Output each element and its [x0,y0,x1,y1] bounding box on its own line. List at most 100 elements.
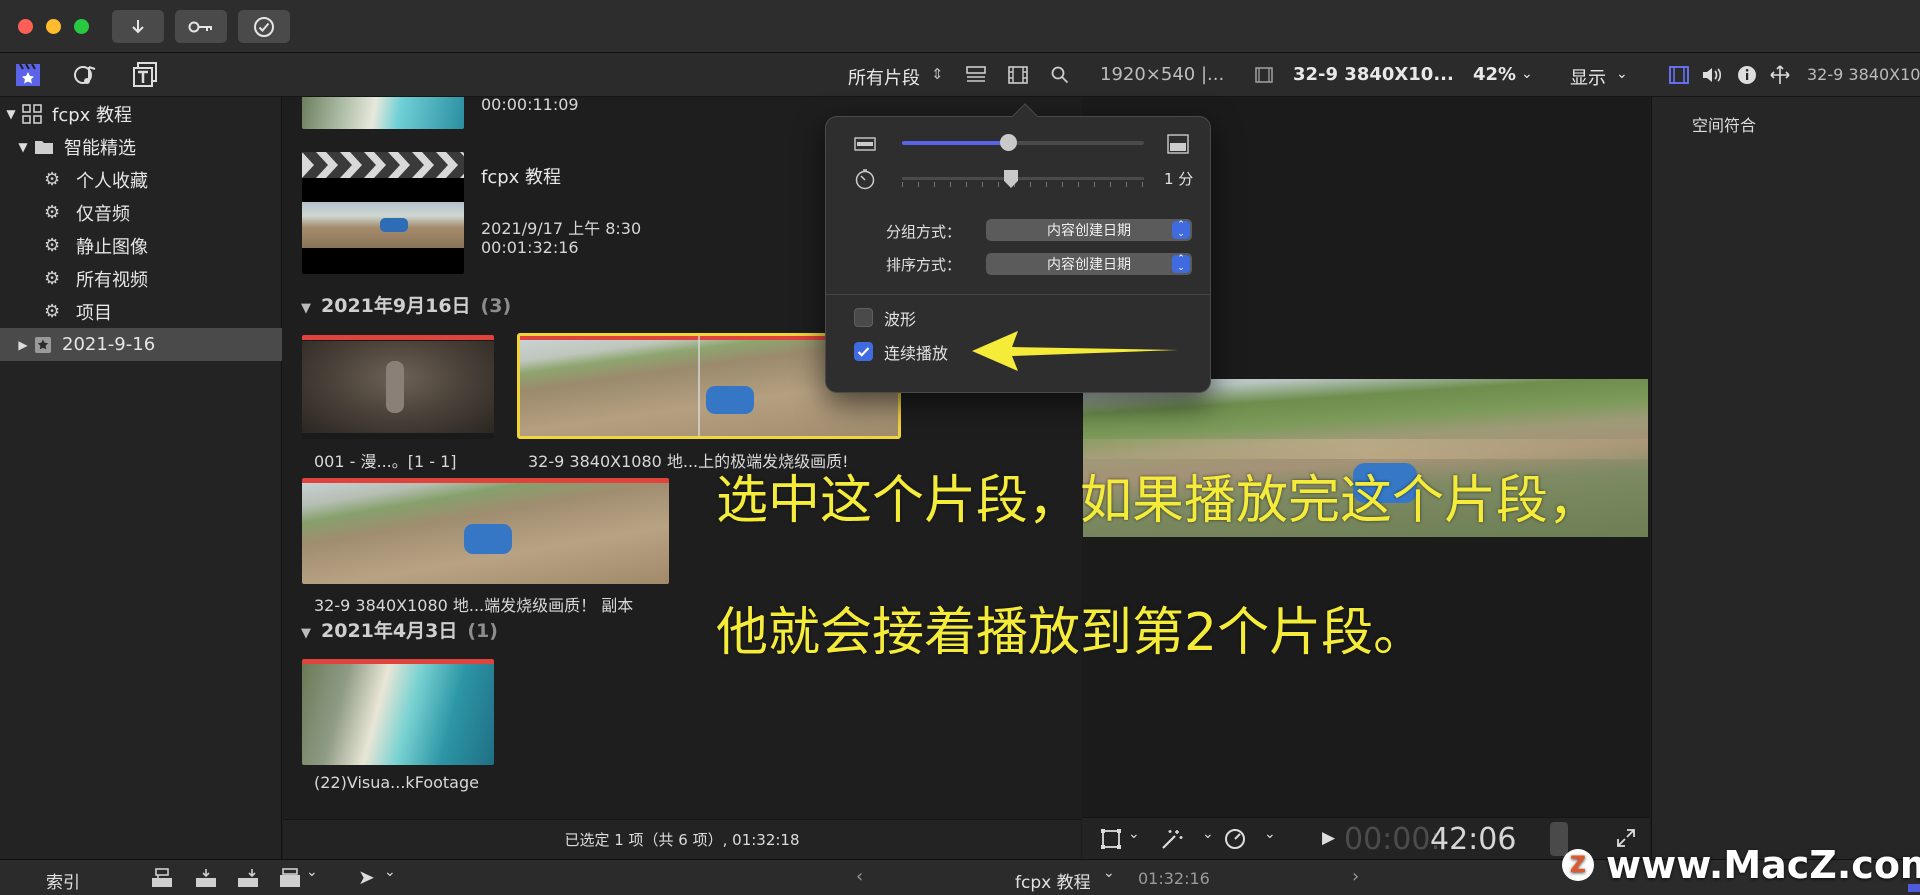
sidebar-item-projects[interactable]: ⚙ 项目 [0,295,282,328]
project-name[interactable]: fcpx 教程 [1015,868,1091,893]
index-button[interactable]: 索引 [46,868,80,893]
zoom-chevron-down-icon[interactable]: ⌄ [1521,66,1533,82]
background-tasks-button[interactable] [238,10,290,43]
sidebar-item-audio-only[interactable]: ⚙ 仅音频 [0,196,282,229]
sidebar-item-favorites[interactable]: ⚙ 个人收藏 [0,163,282,196]
smart-folder-row[interactable]: ▼ 智能精选 [0,130,282,163]
view-options-label[interactable]: 显示 [1570,64,1606,90]
inspector-clip-name: 32-9 3840X10 [1807,65,1920,84]
share-inspector-tab[interactable] [1766,61,1794,89]
check-icon [857,347,870,357]
group-by-select[interactable]: 内容创建日期 ⌃ ⌄ [986,219,1192,241]
clip-thumbnail-beach-top[interactable] [302,97,464,129]
library-row[interactable]: ▼ fcpx 教程 [0,97,282,130]
clip-thumbnail[interactable] [302,335,494,439]
video-inspector-tab[interactable] [1665,61,1693,89]
viewer-format: 1920×540 |... [1100,64,1225,85]
duration-ticks [902,182,1144,187]
keywords-button[interactable] [175,10,227,43]
clip-thumbnail[interactable] [302,478,669,584]
list-view-icon [966,66,986,82]
transform-icon[interactable] [1100,828,1122,850]
overwrite-clip-icon[interactable] [278,867,302,889]
forward-arrow-icon[interactable]: › [1352,866,1359,887]
event-name: 2021-9-16 [62,334,156,355]
info-icon [1738,66,1756,84]
clip-name: 32-9 3840X1080 地...端发烧级画质！ 副本 [314,596,634,615]
speedometer-icon[interactable] [1224,828,1246,850]
project-name: fcpx 教程 [481,167,562,188]
date-group-header[interactable]: ▼ 2021年9月16日 (3) [301,291,511,318]
close-window-button[interactable] [18,19,33,34]
chevron-down-icon[interactable]: ⌄ [306,864,318,880]
gear-icon: ⚙ [44,169,61,190]
back-arrow-icon[interactable]: ‹ [856,866,863,887]
checkmark-circle-icon [254,16,274,37]
project-duration: 00:01:32:16 [481,238,579,257]
continuous-playback-label: 连续播放 [884,344,949,363]
sidebar-item-event[interactable]: ▶ 2021-9-16 [0,328,282,361]
audio-inspector-tab[interactable] [1698,61,1726,89]
sidebar-item-label: 项目 [76,302,112,324]
browser-toolbar: 所有片段 ⇕ 1920×540 |... 32-9 3840X10... 42%… [0,53,1920,97]
zoom-level[interactable]: 42% [1473,64,1516,85]
zoom-window-button[interactable] [74,19,89,34]
insert-clip-icon[interactable] [194,867,218,889]
play-icon[interactable]: ▶ [1322,828,1335,848]
append-clip-icon[interactable] [236,867,260,889]
titles-icon [133,62,157,87]
chevron-updown-icon[interactable]: ⇕ [931,65,944,83]
stepper-icon: ⌃ ⌄ [1172,221,1190,239]
slider-knob[interactable] [1000,134,1017,151]
clip-name: (22)Visua...kFootage [314,773,479,792]
stepper-icon: ⌃ ⌄ [1172,255,1190,273]
date-group-title: 2021年4月3日 [321,620,458,642]
timecode[interactable]: 42:06 [1430,822,1516,857]
disclosure-down-icon[interactable]: ▼ [4,107,18,121]
import-button[interactable] [112,10,164,43]
select-tool-icon[interactable]: ➤ [358,865,375,889]
clip-appearance-button[interactable] [1004,61,1032,89]
titles-generators-tab[interactable] [132,61,160,89]
continuous-playback-checkbox[interactable] [854,342,873,361]
favorite-marker [302,335,494,340]
download-icon [132,19,144,33]
sidebar-item-all-video[interactable]: ⚙ 所有视频 [0,262,282,295]
clapper-star-icon [16,63,40,86]
chevron-down-icon[interactable]: ⌄ [1103,865,1115,881]
duration-slider[interactable] [902,170,1144,188]
sidebar-item-label: 静止图像 [76,236,148,258]
timecode-dim: 00:00: [1344,822,1441,857]
libraries-tab[interactable] [14,61,42,89]
clip-appearance-popover: 1 分 分组方式： 内容创建日期 ⌃ ⌄ 排序方式： 内容创建日期 ⌃ ⌄ 波形 连… [825,103,1211,393]
group-by-label: 分组方式： [886,223,962,241]
minimize-window-button[interactable] [46,19,61,34]
speaker-icon [1703,68,1722,82]
disclosure-right-icon[interactable]: ▶ [16,338,30,352]
disclosure-down-icon[interactable]: ▼ [301,301,311,316]
view-chevron-down-icon[interactable]: ⌄ [1616,66,1628,82]
clip-height-slider[interactable] [902,134,1144,151]
list-view-button[interactable] [962,61,990,89]
chevron-down-icon[interactable]: ⌄ [384,864,396,880]
clip-thumbnail[interactable] [302,659,494,765]
project-thumbnail[interactable] [302,152,464,274]
sort-by-select[interactable]: 内容创建日期 ⌃ ⌄ [986,253,1192,275]
photos-audio-tab[interactable] [72,61,100,89]
chevron-down-icon[interactable]: ⌄ [1128,826,1140,842]
connect-clip-icon[interactable] [150,867,174,889]
clips-filter-label[interactable]: 所有片段 [848,64,920,90]
disclosure-down-icon[interactable]: ▼ [301,626,311,641]
waveform-checkbox[interactable] [854,308,873,327]
chevron-down-icon[interactable]: ⌄ [1202,826,1214,842]
caption-line-1: 选中这个片段，如果播放完这个片段， [716,471,1601,531]
magic-wand-icon[interactable] [1160,828,1184,850]
chevron-down-icon[interactable]: ⌄ [1264,826,1276,842]
date-group-header[interactable]: ▼ 2021年4月3日 (1) [301,616,498,643]
sidebar-item-stills[interactable]: ⚙ 静止图像 [0,229,282,262]
clapper-stripes-icon [302,152,464,178]
search-button[interactable] [1046,61,1074,89]
disclosure-down-icon[interactable]: ▼ [16,140,30,154]
info-inspector-tab[interactable] [1733,61,1761,89]
large-clip-height-icon [1167,134,1189,154]
